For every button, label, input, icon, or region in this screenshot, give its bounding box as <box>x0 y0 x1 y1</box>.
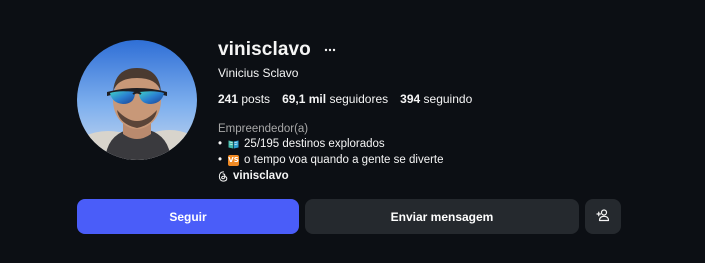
posts-stat: 241 posts <box>218 92 270 106</box>
profile-category: Empreendedor(a) <box>218 123 309 135</box>
bio-line-2: • VS o tempo voa quando a gente se diver… <box>218 153 678 167</box>
bio-line-1: • 25/195 destinos explorados <box>218 137 678 151</box>
threads-link[interactable]: vinisclavo <box>218 170 678 182</box>
username-row: vinisclavo <box>218 38 678 62</box>
following-count: 394 <box>400 92 421 106</box>
bio-bullet: • <box>218 138 223 150</box>
add-person-icon <box>596 208 610 225</box>
bio-bullet: • <box>218 154 223 166</box>
send-message-button-label: Enviar mensagem <box>390 209 494 224</box>
following-label: seguindo <box>423 92 473 106</box>
posts-label: posts <box>241 92 271 106</box>
bio-line-2-text: o tempo voa quando a gente se diverte <box>244 154 444 166</box>
follow-button-label: Seguir <box>169 209 207 224</box>
send-message-button[interactable]: Enviar mensagem <box>305 199 579 234</box>
threads-icon <box>218 170 229 182</box>
followers-label: seguidores <box>329 92 389 106</box>
threads-handle: vinisclavo <box>233 170 289 182</box>
bio-line-1-text: 25/195 destinos explorados <box>244 138 385 150</box>
suggested-accounts-button[interactable] <box>585 199 621 234</box>
followers-stat[interactable]: 69,1 mil seguidores <box>282 92 388 106</box>
profile-avatar[interactable] <box>77 40 197 160</box>
profile-full-name: Vinicius Sclavo <box>218 66 299 80</box>
followers-count: 69,1 mil <box>282 92 327 106</box>
profile-username: vinisclavo <box>218 39 311 60</box>
more-options-icon[interactable] <box>323 43 337 57</box>
profile-info: vinisclavo Vinicius Sclavo 241 posts 69,… <box>218 38 678 182</box>
following-stat[interactable]: 394 seguindo <box>400 92 472 106</box>
open-book-emoji-icon <box>228 139 239 149</box>
profile-stats: 241 posts 69,1 mil seguidores 394 seguin… <box>218 92 678 106</box>
vs-emoji-icon: VS <box>228 154 240 166</box>
avatar-photo <box>77 40 197 160</box>
follow-button[interactable]: Seguir <box>77 199 299 234</box>
profile-header: vinisclavo Vinicius Sclavo 241 posts 69,… <box>0 0 705 263</box>
posts-count: 241 <box>218 92 239 106</box>
